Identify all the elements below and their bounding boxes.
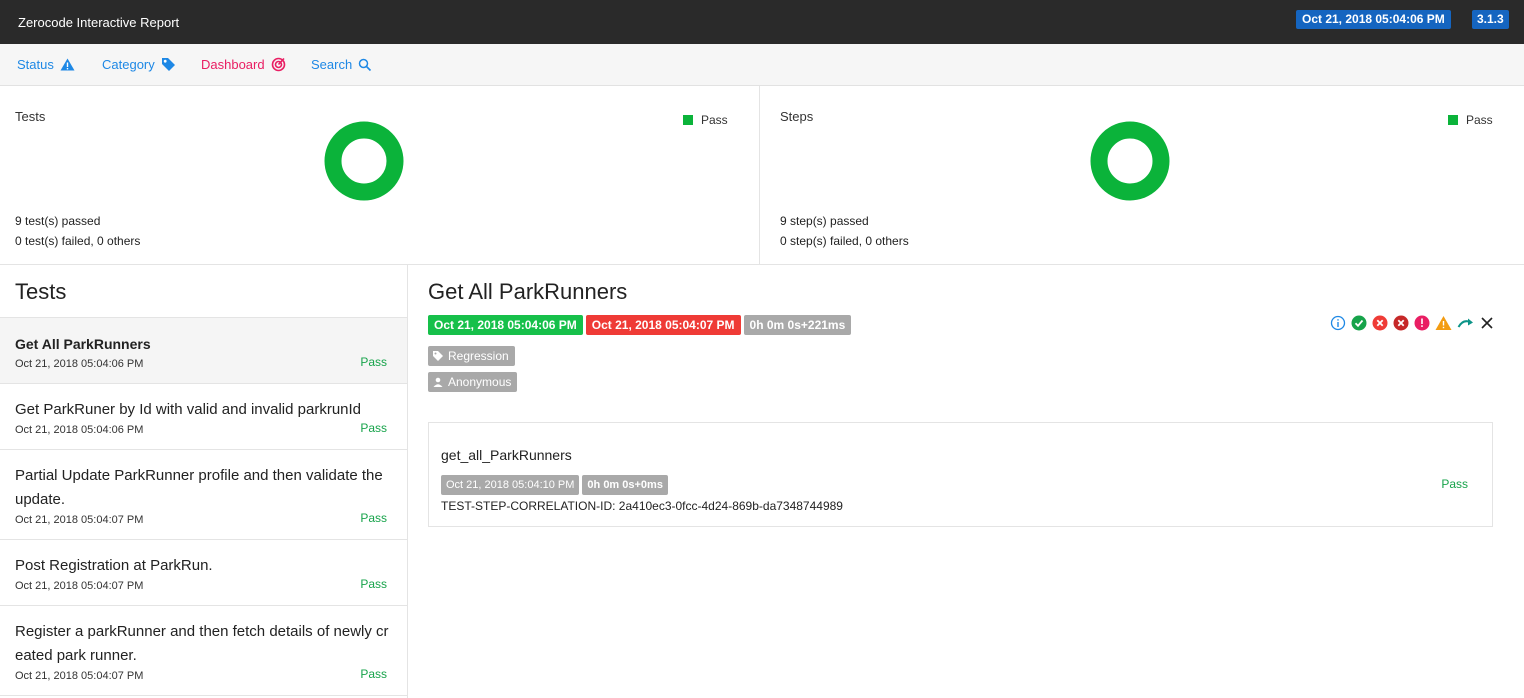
search-icon bbox=[358, 58, 372, 71]
step-correlation-id: TEST-STEP-CORRELATION-ID: 2a410ec3-0fcc-… bbox=[441, 499, 843, 513]
skip-filter-icon[interactable] bbox=[1457, 315, 1474, 331]
tests-list-heading: Tests bbox=[0, 265, 407, 318]
tests-donut-chart bbox=[324, 121, 404, 201]
step-card[interactable]: get_all_ParkRunners Oct 21, 2018 05:04:1… bbox=[428, 422, 1493, 527]
steps-donut-chart bbox=[1090, 121, 1170, 201]
pass-legend-swatch bbox=[1448, 115, 1458, 125]
test-list-item[interactable]: Post Registration at ParkRun. Oct 21, 20… bbox=[0, 540, 407, 606]
warning-filter-icon[interactable] bbox=[1435, 315, 1452, 331]
tests-summary-title: Tests bbox=[15, 109, 46, 124]
test-status: Pass bbox=[360, 667, 387, 681]
tests-failed-count: 0 test(s) failed, 0 others bbox=[15, 234, 141, 248]
info-filter-icon[interactable] bbox=[1330, 315, 1346, 331]
test-name: Get ParkRuner by Id with valid and inval… bbox=[15, 401, 362, 418]
test-list-item[interactable]: Get All ParkRunners Oct 21, 2018 05:04:0… bbox=[0, 318, 407, 384]
end-time-badge: Oct 21, 2018 05:04:07 PM bbox=[585, 315, 741, 335]
steps-summary-title: Steps bbox=[780, 109, 814, 124]
steps-legend-label: Pass bbox=[1466, 113, 1493, 127]
top-header: Zerocode Interactive Report Oct 21, 2018… bbox=[0, 0, 1524, 44]
tests-summary-panel: Tests Pass 9 test(s) passed 0 test(s) fa… bbox=[0, 86, 760, 265]
nav-category-label: Category bbox=[102, 57, 155, 72]
tests-passed-count: 9 test(s) passed bbox=[15, 214, 101, 228]
steps-legend: Pass bbox=[1448, 113, 1493, 127]
test-status: Pass bbox=[360, 511, 387, 525]
start-time-badge: Oct 21, 2018 05:04:06 PM bbox=[428, 315, 583, 335]
test-name: Post Registration at ParkRun. bbox=[15, 557, 213, 574]
author-tag-label: Anonymous bbox=[448, 375, 512, 389]
tests-pass-ring bbox=[324, 121, 404, 201]
steps-pass-ring bbox=[1090, 121, 1170, 201]
tag-icon bbox=[161, 58, 175, 71]
dashboard-target-icon bbox=[271, 57, 285, 72]
step-status: Pass bbox=[1441, 477, 1468, 491]
test-list-item[interactable]: Get ParkRuner by Id with valid and inval… bbox=[0, 384, 407, 450]
step-name: get_all_ParkRunners bbox=[441, 447, 572, 463]
step-duration-badge: 0h 0m 0s+0ms bbox=[582, 475, 668, 495]
clear-filter-icon[interactable] bbox=[1479, 315, 1495, 331]
tests-list-panel: Tests Get All ParkRunners Oct 21, 2018 0… bbox=[0, 265, 408, 698]
nav-dashboard-label: Dashboard bbox=[201, 57, 265, 72]
test-name: Get All ParkRunners bbox=[15, 336, 151, 352]
warning-triangle-icon bbox=[60, 58, 75, 71]
test-time: Oct 21, 2018 05:04:06 PM bbox=[15, 358, 144, 370]
test-detail-panel: Get All ParkRunners Oct 21, 2018 05:04:0… bbox=[408, 265, 1524, 698]
steps-failed-count: 0 step(s) failed, 0 others bbox=[780, 234, 909, 248]
test-status: Pass bbox=[360, 577, 387, 591]
pass-legend-swatch bbox=[683, 115, 693, 125]
pass-filter-icon[interactable] bbox=[1351, 315, 1367, 331]
test-time-badges: Oct 21, 2018 05:04:06 PM Oct 21, 2018 05… bbox=[428, 315, 852, 335]
test-list-item[interactable]: Register a parkRunner and then fetch det… bbox=[0, 606, 407, 696]
test-detail-title: Get All ParkRunners bbox=[428, 279, 628, 304]
user-icon bbox=[433, 377, 443, 387]
category-tag-label: Regression bbox=[448, 349, 509, 363]
nav-category[interactable]: Category bbox=[102, 57, 176, 72]
steps-passed-count: 9 step(s) passed bbox=[780, 214, 869, 228]
test-list-item[interactable]: Partial Update ParkRunner profile and th… bbox=[0, 450, 407, 540]
author-tag[interactable]: Anonymous bbox=[428, 372, 518, 392]
nav-search[interactable]: Search bbox=[311, 57, 372, 72]
report-date-badge: Oct 21, 2018 05:04:06 PM bbox=[1296, 10, 1451, 29]
test-time: Oct 21, 2018 05:04:06 PM bbox=[15, 424, 144, 436]
step-badges: Oct 21, 2018 05:04:10 PM 0h 0m 0s+0ms bbox=[441, 475, 668, 495]
error-filter-icon[interactable] bbox=[1414, 315, 1430, 331]
duration-badge: 0h 0m 0s+221ms bbox=[743, 315, 852, 335]
test-time: Oct 21, 2018 05:04:07 PM bbox=[15, 670, 144, 682]
test-name: Register a parkRunner and then fetch det… bbox=[15, 623, 389, 664]
test-time: Oct 21, 2018 05:04:07 PM bbox=[15, 580, 144, 592]
tests-legend-label: Pass bbox=[701, 113, 728, 127]
test-name: Partial Update ParkRunner profile and th… bbox=[15, 467, 383, 508]
fatal-filter-icon[interactable] bbox=[1393, 315, 1409, 331]
nav-search-label: Search bbox=[311, 57, 353, 72]
test-status: Pass bbox=[360, 421, 387, 435]
test-status: Pass bbox=[360, 355, 387, 369]
nav-status-label: Status bbox=[17, 57, 54, 72]
status-filter-toolbar bbox=[1330, 315, 1495, 331]
app-title: Zerocode Interactive Report bbox=[18, 14, 180, 30]
nav-status[interactable]: Status bbox=[17, 57, 75, 72]
nav-dashboard[interactable]: Dashboard bbox=[201, 57, 286, 72]
tests-legend: Pass bbox=[683, 113, 728, 127]
test-time: Oct 21, 2018 05:04:07 PM bbox=[15, 514, 144, 526]
step-time-badge: Oct 21, 2018 05:04:10 PM bbox=[441, 475, 580, 495]
steps-summary-panel: Steps Pass 9 step(s) passed 0 step(s) fa… bbox=[760, 86, 1524, 265]
tag-icon bbox=[433, 351, 443, 361]
category-tag[interactable]: Regression bbox=[428, 346, 515, 366]
version-badge: 3.1.3 bbox=[1472, 10, 1509, 29]
fail-filter-icon[interactable] bbox=[1372, 315, 1388, 331]
nav-bar: Status Category Dashboard Search bbox=[0, 44, 1524, 86]
